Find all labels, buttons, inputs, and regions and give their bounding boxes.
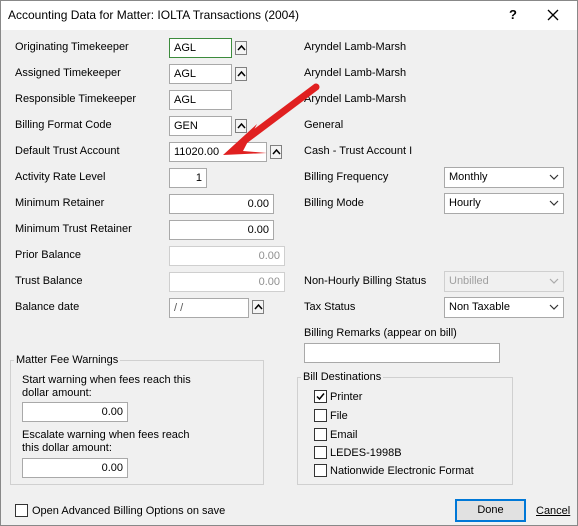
dialog-window: Accounting Data for Matter: IOLTA Transa… — [0, 0, 578, 526]
red-arrow — [223, 83, 320, 155]
